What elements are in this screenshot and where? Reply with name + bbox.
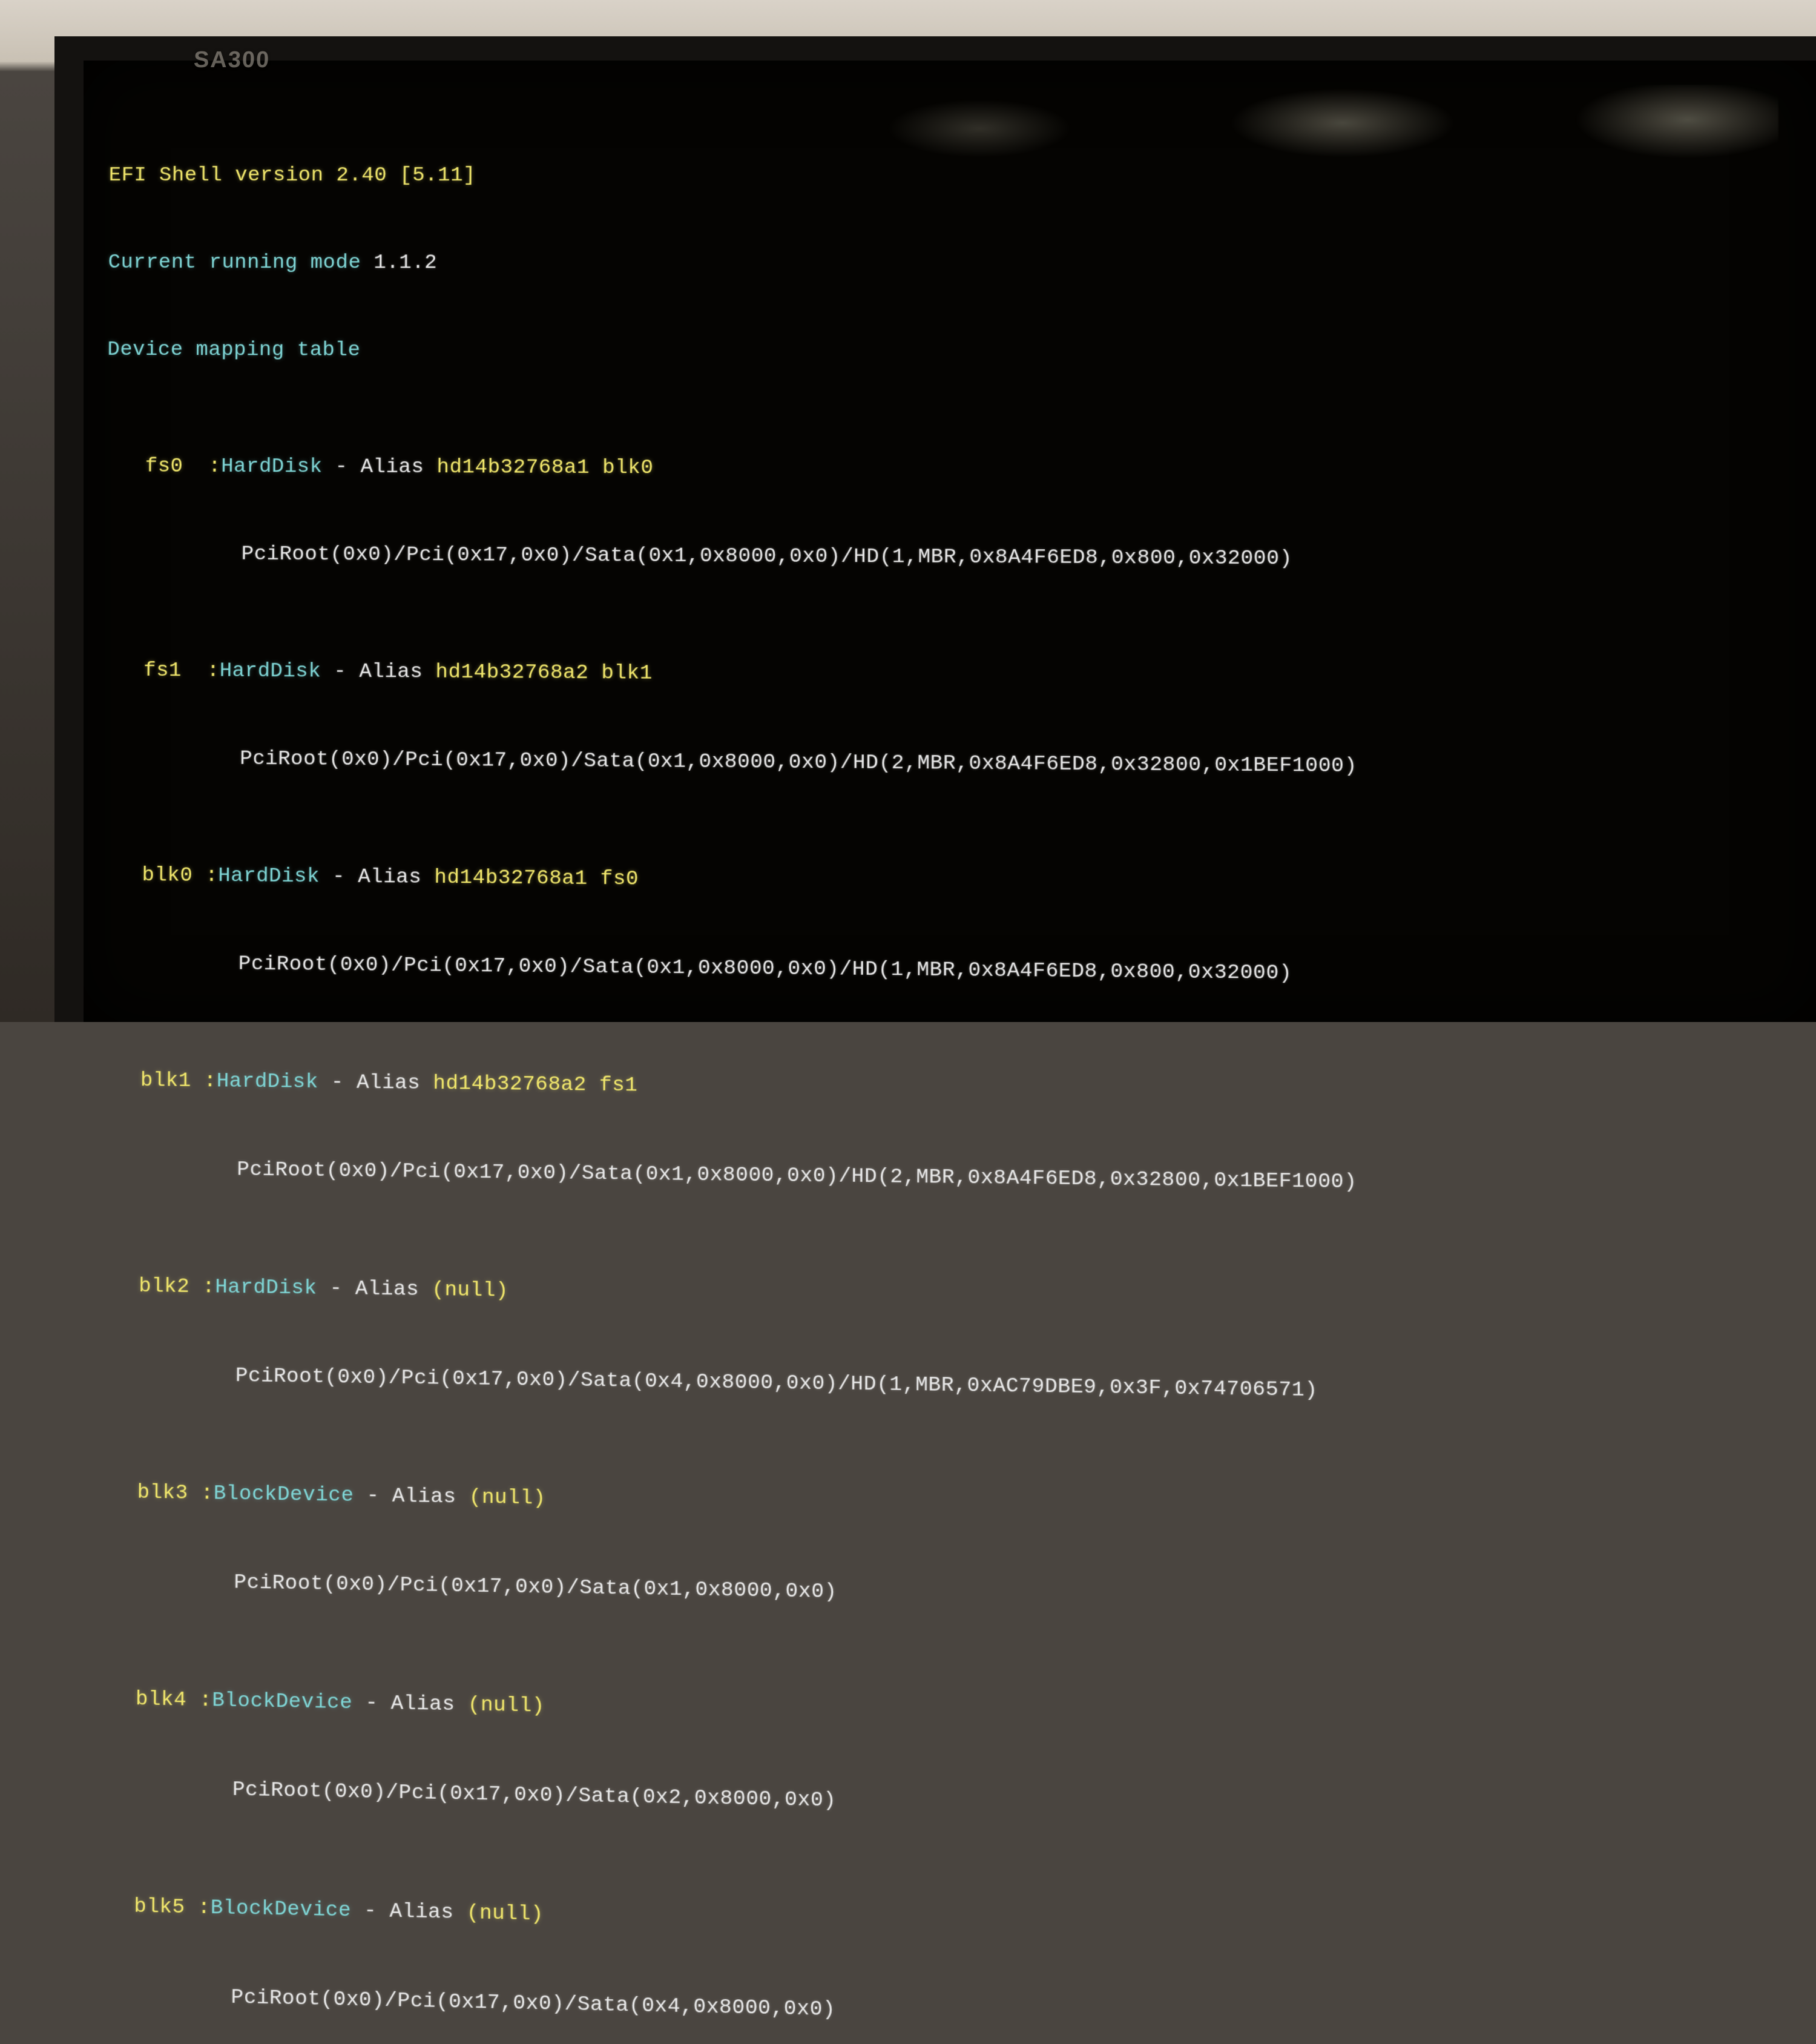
device-entry: blk2 :HardDisk - Alias (null)	[100, 1271, 1816, 1323]
device-path: PciRoot(0x0)/Pci(0x17,0x0)/Sata(0x1,0x80…	[240, 748, 1357, 779]
device-type: HardDisk	[221, 455, 323, 479]
device-path: PciRoot(0x0)/Pci(0x17,0x0)/Sata(0x1,0x80…	[242, 543, 1292, 571]
device-path: PciRoot(0x0)/Pci(0x17,0x0)/Sata(0x4,0x80…	[231, 1986, 835, 2022]
device-name: blk3	[137, 1481, 188, 1505]
device-entry: blk1 :HardDisk - Alias hd14b32768a2 fs1	[102, 1066, 1816, 1113]
device-alias: hd14b32768a1 fs0	[434, 866, 639, 891]
device-alias: hd14b32768a2 blk1	[435, 661, 653, 685]
device-path: PciRoot(0x0)/Pci(0x17,0x0)/Sata(0x1,0x80…	[239, 952, 1292, 985]
device-name: blk1	[140, 1069, 191, 1093]
device-alias: (null)	[432, 1279, 508, 1303]
device-alias: hd14b32768a2 fs1	[433, 1072, 637, 1098]
device-path: PciRoot(0x0)/Pci(0x17,0x0)/Sata(0x4,0x80…	[235, 1365, 1318, 1403]
device-path: PciRoot(0x0)/Pci(0x17,0x0)/Sata(0x2,0x80…	[232, 1778, 837, 1813]
device-entry: blk3 :BlockDevice - Alias (null)	[98, 1477, 1816, 1533]
device-type: BlockDevice	[211, 1896, 352, 1922]
device-alias: (null)	[469, 1486, 546, 1511]
device-mapping-label: Device mapping table	[107, 338, 360, 362]
device-entry: fs1 :HardDisk - Alias hd14b32768a2 blk1	[105, 656, 1816, 695]
monitor-model-label: SA300	[193, 47, 271, 73]
device-alias: (null)	[468, 1693, 545, 1718]
device-type: HardDisk	[217, 1070, 318, 1094]
device-path: PciRoot(0x0)/Pci(0x17,0x0)/Sata(0x1,0x80…	[237, 1158, 1357, 1194]
device-name: blk4	[136, 1688, 186, 1712]
running-mode-value: 1.1.2	[373, 251, 437, 274]
device-name: fs0	[145, 455, 183, 478]
device-type: HardDisk	[215, 1276, 317, 1301]
device-alias: hd14b32768a1 blk0	[436, 456, 653, 480]
efi-shell-screen[interactable]: EFI Shell version 2.40 [5.11] Current ru…	[102, 102, 1816, 1042]
device-type: BlockDevice	[214, 1482, 354, 1508]
device-type: BlockDevice	[212, 1689, 352, 1715]
device-path: PciRoot(0x0)/Pci(0x17,0x0)/Sata(0x1,0x80…	[234, 1571, 837, 1604]
device-entry: blk0 :HardDisk - Alias hd14b32768a1 fs0	[103, 860, 1816, 904]
device-name: blk5	[134, 1895, 185, 1919]
device-type: HardDisk	[220, 659, 321, 683]
device-entry: blk5 :BlockDevice - Alias (null)	[95, 1891, 1816, 1955]
device-alias: (null)	[467, 1902, 544, 1927]
device-name: fs1	[143, 659, 182, 683]
device-entry: fs0 :HardDisk - Alias hd14b32768a1 blk0	[107, 452, 1816, 487]
device-type: HardDisk	[218, 865, 320, 889]
shell-title: EFI Shell version 2.40 [5.11]	[109, 164, 476, 187]
device-entry: blk4 :BlockDevice - Alias (null)	[96, 1684, 1816, 1744]
running-mode-label: Current running mode	[108, 251, 373, 275]
device-name: blk2	[139, 1275, 189, 1299]
device-name: blk0	[142, 864, 192, 888]
